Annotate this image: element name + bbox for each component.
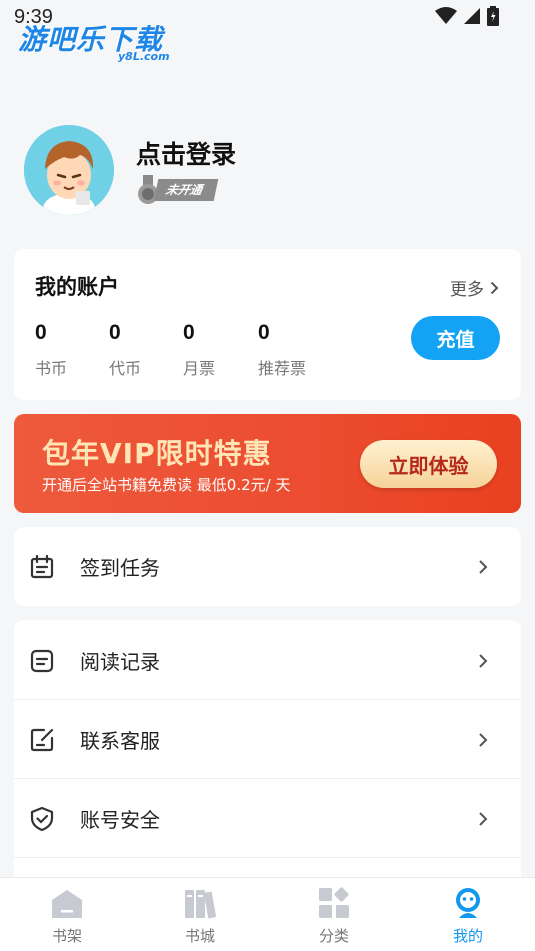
stat-book-coins[interactable]: 0 书币	[35, 321, 67, 379]
category-icon	[319, 887, 349, 918]
menu-label: 账号安全	[80, 808, 160, 832]
menu-item-account-security[interactable]: 账号安全	[14, 779, 521, 858]
account-more-link[interactable]: 更多	[450, 275, 499, 300]
sign-in-card: 签到任务	[14, 527, 521, 606]
tab-bookshelf[interactable]: 书架	[17, 878, 117, 951]
stat-label: 代币	[109, 359, 142, 378]
menu-label: 阅读记录	[80, 650, 160, 674]
tab-profile[interactable]: 我的	[418, 878, 518, 951]
avatar-image	[24, 125, 114, 215]
stat-label: 书币	[35, 359, 68, 378]
stat-label: 月票	[183, 359, 216, 378]
menu-item-sign-in[interactable]: 签到任务	[14, 527, 521, 606]
menu-item-customer-service[interactable]: 联系客服	[14, 700, 521, 779]
account-card: 我的账户 更多 0 书币 0 代币 0 月票 0 推荐票 充值	[14, 249, 521, 400]
more-label: 更多	[450, 280, 484, 300]
chevron-right-icon	[490, 281, 499, 294]
chevron-right-icon	[479, 811, 488, 826]
menu-list-card: 阅读记录 联系客服 账号安全	[14, 620, 521, 877]
divider	[14, 857, 521, 858]
account-title: 我的账户	[35, 275, 119, 299]
menu-item-reading-history[interactable]: 阅读记录	[14, 621, 521, 700]
calendar-icon	[30, 554, 54, 578]
wifi-icon	[435, 7, 457, 24]
stat-value: 0	[109, 321, 121, 344]
recharge-button[interactable]: 充值	[411, 316, 500, 360]
vip-status-badge: 未开通	[136, 175, 219, 205]
tab-bookstore[interactable]: 书城	[150, 878, 250, 951]
bookshelf-icon	[52, 890, 82, 918]
shield-check-icon	[30, 806, 54, 831]
vip-try-button[interactable]: 立即体验	[360, 440, 497, 488]
profile-icon	[456, 888, 480, 918]
battery-icon	[487, 6, 499, 26]
tab-category[interactable]: 分类	[284, 878, 384, 951]
menu-label: 签到任务	[80, 556, 160, 580]
vip-banner-subtitle: 开通后全站书籍免费读 最低0.2元/ 天	[42, 476, 291, 494]
chevron-right-icon	[479, 653, 488, 668]
stat-value: 0	[183, 321, 195, 344]
history-icon	[30, 649, 54, 672]
vip-banner-title: 包年VIP限时特惠	[42, 437, 272, 470]
stat-label: 推荐票	[258, 359, 307, 378]
tab-label: 我的	[452, 927, 483, 945]
profile-header[interactable]: 点击登录 未开通	[24, 125, 514, 217]
tab-label: 分类	[318, 927, 349, 945]
vip-status-text: 未开通	[153, 179, 219, 201]
avatar[interactable]	[24, 125, 114, 215]
status-icons	[435, 6, 499, 26]
stat-monthly-tickets[interactable]: 0 月票	[183, 321, 215, 379]
stat-value: 0	[258, 321, 270, 344]
tab-label: 书城	[184, 927, 215, 945]
stat-value: 0	[35, 321, 47, 344]
chevron-right-icon	[479, 559, 488, 574]
edit-icon	[30, 728, 54, 751]
chevron-right-icon	[479, 732, 488, 747]
stat-recommend-tickets[interactable]: 0 推荐票	[258, 321, 306, 379]
signal-icon	[464, 8, 480, 24]
bottom-tab-bar: 书架 书城 分类 我的	[0, 877, 535, 951]
vip-promo-banner[interactable]: 包年VIP限时特惠 开通后全站书籍免费读 最低0.2元/ 天 立即体验	[14, 414, 521, 513]
stat-tokens[interactable]: 0 代币	[109, 321, 141, 379]
login-prompt[interactable]: 点击登录	[136, 135, 236, 171]
bookstore-icon	[185, 890, 217, 919]
menu-label: 联系客服	[80, 729, 160, 753]
watermark-domain: y8L.com	[118, 50, 170, 63]
tab-label: 书架	[51, 927, 82, 945]
